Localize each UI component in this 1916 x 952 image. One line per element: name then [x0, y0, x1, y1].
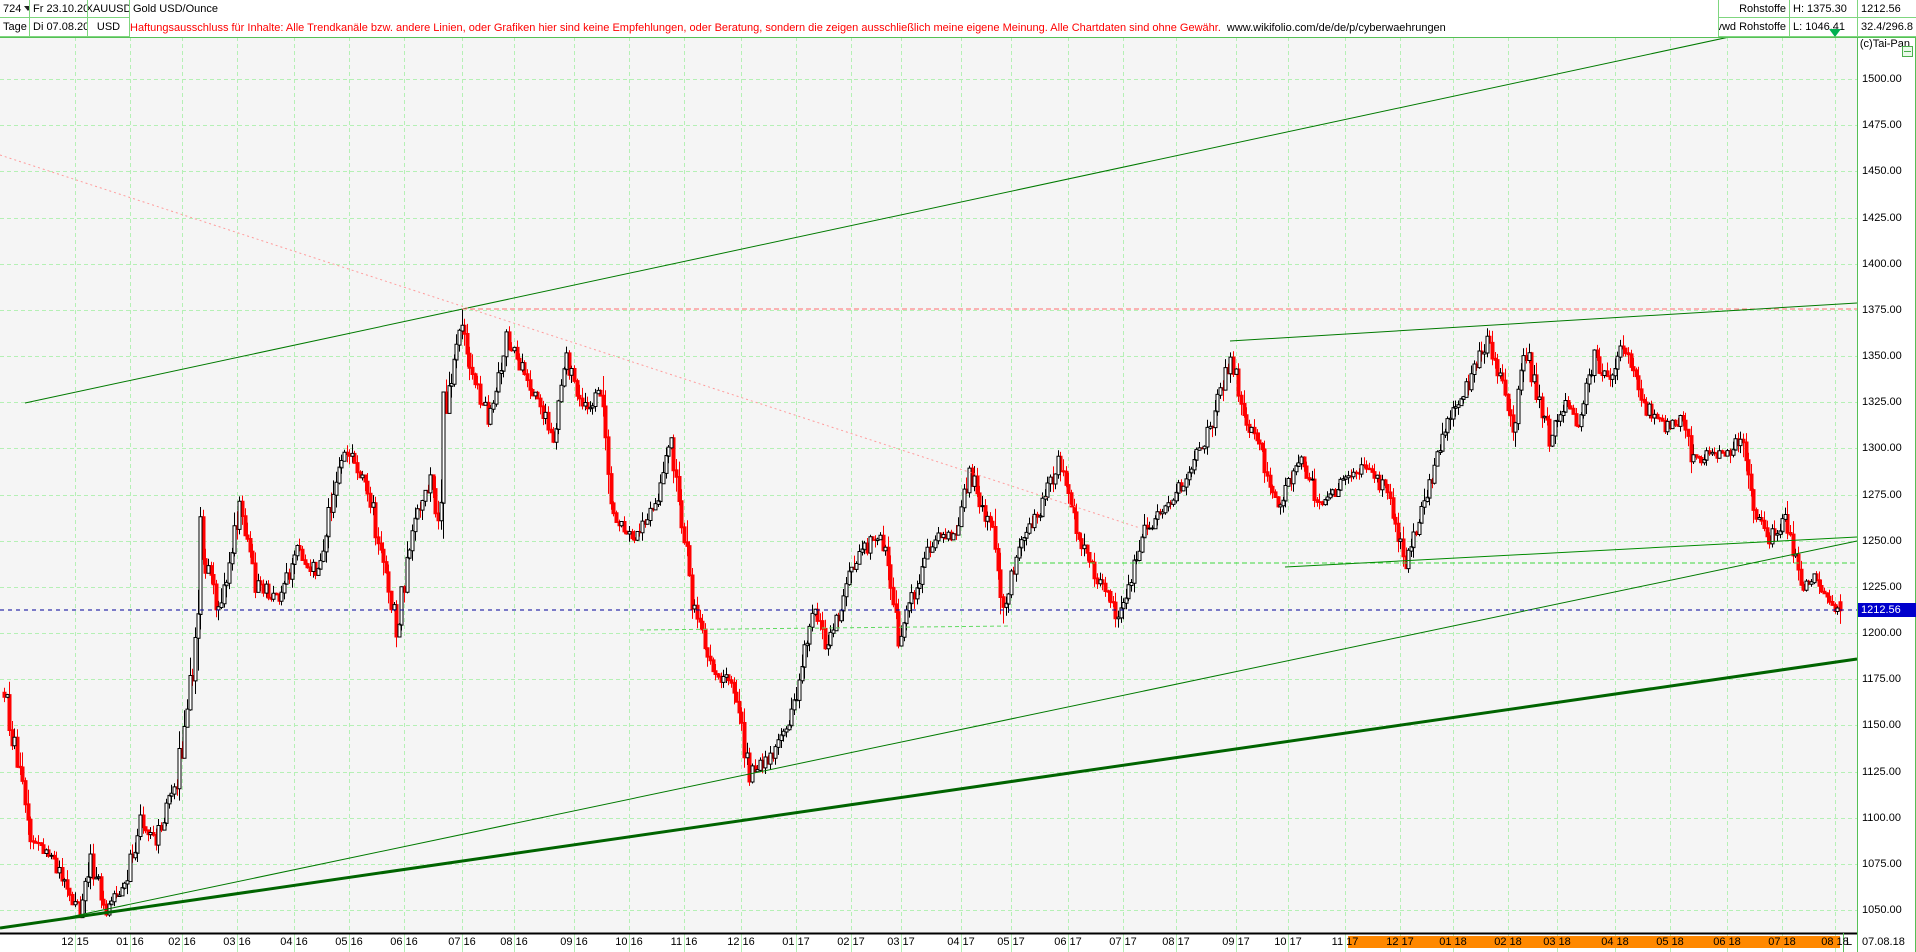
price-axis-label: 1075.00: [1862, 857, 1902, 870]
symbol-field[interactable]: XAUUSD: [88, 0, 130, 18]
last-price-label: 1212.56: [1858, 0, 1916, 18]
symbol-value: XAUUSD: [88, 2, 130, 15]
month-axis-label: 03 16: [223, 936, 251, 948]
month-axis-label: 12 16: [727, 936, 755, 948]
bars-count-value: 724: [3, 2, 22, 15]
month-axis-label: 02 17: [837, 936, 865, 948]
provider-text: vwd Rohstoffe: [1718, 21, 1786, 33]
price-axis-label: 1450.00: [1862, 164, 1902, 177]
month-axis-label: 02 18: [1494, 936, 1522, 948]
month-axis-label: 06 17: [1054, 936, 1082, 948]
price-axis-label: 1275.00: [1862, 488, 1902, 501]
last-price-text: 1212.56: [1861, 2, 1901, 15]
month-axis-label: 06 16: [390, 936, 418, 948]
month-axis-label: 12 17: [1386, 936, 1414, 948]
price-axis-label: 1500.00: [1862, 72, 1902, 85]
category-text: Rohstoffe: [1739, 2, 1786, 15]
change-info-text: 32.4/296.8: [1861, 21, 1913, 33]
month-axis-label: 05 17: [997, 936, 1025, 948]
month-axis-label: 03 18: [1543, 936, 1571, 948]
month-axis-label: 05 16: [335, 936, 363, 948]
tai-pan-chart-window: 724 Fr 23.10.2015 XAUUSD Gold USD/Ounce …: [0, 0, 1916, 952]
currency-value: USD: [96, 21, 121, 33]
end-date-field[interactable]: Di 07.08.2018: [30, 18, 88, 37]
period-value: Tage: [3, 21, 27, 33]
period-high-label: H: 1375.30: [1790, 0, 1858, 18]
price-axis-label: 1250.00: [1862, 534, 1902, 547]
month-axis-label: 10 17: [1274, 936, 1302, 948]
footer-end-date: 07.08.18: [1862, 936, 1905, 948]
selected-range-highlight: [1348, 936, 1840, 948]
current-price-tag: 1212.56: [1858, 603, 1916, 617]
change-info-label: 32.4/296.8: [1858, 18, 1916, 37]
month-axis-label: 05 18: [1656, 936, 1684, 948]
price-axis-label: 1425.00: [1862, 211, 1902, 224]
provider-label: vwd Rohstoffe: [1718, 18, 1790, 37]
month-axis-label: 10 16: [615, 936, 643, 948]
disclaimer-annotation: Haftungsausschluss für Inhalte: Alle Tre…: [130, 18, 1720, 37]
disclaimer-url: www.wikifolio.com/de/de/p/cyberwaehrunge…: [1226, 21, 1446, 34]
price-axis-label: 1300.00: [1862, 441, 1902, 454]
price-axis-label: 1475.00: [1862, 118, 1902, 131]
price-axis-label: 1175.00: [1862, 672, 1901, 685]
month-axis-label: 07 17: [1109, 936, 1137, 948]
month-axis-label: 01 17: [782, 936, 810, 948]
price-axis-label: 1050.00: [1862, 903, 1902, 916]
bars-count-dropdown[interactable]: 724: [0, 0, 30, 18]
month-axis-label: 09 16: [560, 936, 588, 948]
price-axis-label: 1150.00: [1862, 718, 1901, 731]
month-axis-label: 04 17: [947, 936, 975, 948]
month-axis-label: 08 17: [1162, 936, 1190, 948]
disclaimer-text: Haftungsausschluss für Inhalte: Alle Tre…: [130, 21, 1221, 34]
end-date-value: Di 07.08.2018: [33, 21, 87, 33]
axis-marker-triangle-icon: [1829, 29, 1841, 37]
instrument-title: Gold USD/Ounce: [130, 0, 290, 18]
month-axis-label: 04 16: [280, 936, 308, 948]
month-axis-label: 11 16: [670, 936, 698, 948]
period-low-label: L: 1046.41: [1790, 18, 1858, 37]
price-axis-label: 1125.00: [1862, 765, 1901, 778]
price-axis-label: 1375.00: [1862, 303, 1902, 316]
currency-field: USD: [88, 18, 130, 37]
start-date-value: Fr 23.10.2015: [33, 2, 87, 15]
axis-settings-icon[interactable]: [1902, 46, 1913, 57]
price-axis-label: 1200.00: [1862, 626, 1902, 639]
month-axis-label: 02 16: [168, 936, 196, 948]
month-axis-label: 07 18: [1768, 936, 1796, 948]
price-chart-canvas[interactable]: [0, 0, 1916, 952]
month-axis-label: 08 18: [1821, 936, 1849, 948]
month-axis-label: 09 17: [1222, 936, 1250, 948]
month-axis-label: 07 16: [448, 936, 476, 948]
start-date-field[interactable]: Fr 23.10.2015: [30, 0, 88, 18]
price-axis-label: 1225.00: [1862, 580, 1902, 593]
month-axis-label: 03 17: [887, 936, 915, 948]
month-axis-label: 12 15: [61, 936, 89, 948]
month-axis-label: 08 16: [500, 936, 528, 948]
month-axis-label: 04 18: [1601, 936, 1629, 948]
price-axis-label: 1325.00: [1862, 395, 1902, 408]
price-axis-label: 1400.00: [1862, 257, 1902, 270]
category-label: Rohstoffe: [1718, 0, 1790, 18]
month-axis-label: 11 17: [1331, 936, 1359, 948]
instrument-title-text: Gold USD/Ounce: [133, 3, 218, 15]
period-high-text: H: 1375.30: [1793, 2, 1847, 15]
price-axis-label: 1350.00: [1862, 349, 1902, 362]
price-axis-label: 1100.00: [1862, 811, 1901, 824]
period-dropdown[interactable]: Tage: [0, 18, 30, 37]
month-axis-label: 01 18: [1439, 936, 1467, 948]
month-axis-label: 06 18: [1713, 936, 1741, 948]
month-axis-label: 01 16: [116, 936, 144, 948]
